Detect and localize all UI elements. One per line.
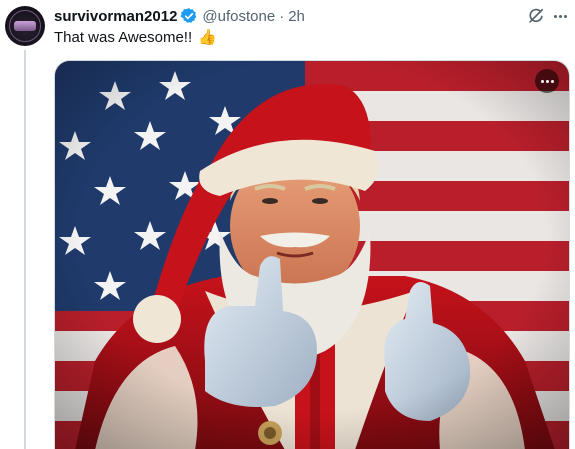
avatar-logo — [14, 21, 36, 31]
media-more-icon[interactable] — [535, 69, 559, 93]
grok-icon[interactable] — [526, 6, 546, 26]
display-name[interactable]: survivorman2012 — [54, 8, 177, 25]
user-handle[interactable]: @ufostone — [202, 8, 275, 25]
thread-connector-line — [24, 50, 26, 449]
more-dot — [558, 14, 562, 18]
more-dot — [553, 14, 557, 18]
more-dot — [563, 14, 567, 18]
verified-badge-icon[interactable] — [180, 7, 198, 25]
thumbs-up-emoji: 👍 — [198, 29, 217, 46]
media-more-dot — [540, 79, 544, 83]
post-text-body: That was Awesome!! — [54, 29, 193, 46]
post-header: survivorman2012 @ufostone · 2h — [54, 6, 305, 26]
post-text: That was Awesome!! 👍 — [54, 28, 217, 48]
media-more-dot — [545, 79, 549, 83]
avatar[interactable] — [5, 6, 45, 46]
post-media-image[interactable] — [54, 60, 570, 449]
santa-thumbs-up-photo — [55, 61, 569, 449]
post-time[interactable]: 2h — [288, 8, 305, 25]
more-options-icon[interactable] — [550, 6, 570, 26]
separator-dot: · — [279, 7, 285, 25]
media-more-dot — [550, 79, 554, 83]
